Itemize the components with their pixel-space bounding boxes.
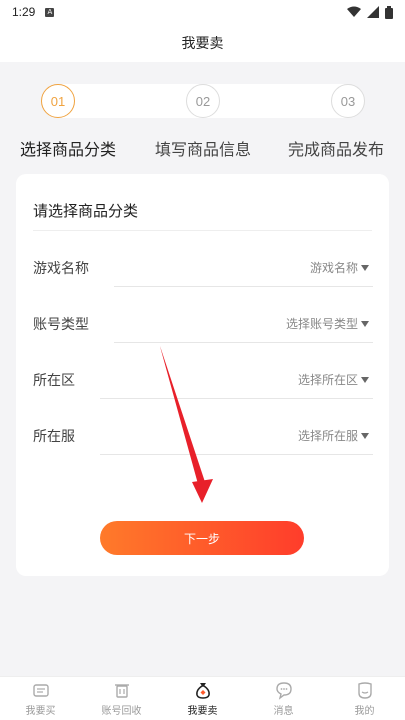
dropdown-triangle-icon bbox=[361, 264, 369, 271]
profile-icon bbox=[357, 682, 372, 699]
progress-stepper: 01 02 03 选择商品分类 填写商品信息 完成商品发布 bbox=[0, 62, 405, 162]
tab-profile[interactable]: 我的 bbox=[324, 677, 405, 720]
dropdown-triangle-icon bbox=[361, 376, 369, 383]
game-name-placeholder: 游戏名称 bbox=[309, 261, 358, 275]
tab-profile-label: 我的 bbox=[354, 706, 375, 717]
tab-messages-label: 消息 bbox=[273, 706, 294, 717]
wifi-icon bbox=[347, 6, 361, 17]
region-placeholder: 选择所在区 bbox=[297, 373, 358, 387]
server-placeholder: 选择所在服 bbox=[297, 429, 358, 443]
money-bag-icon bbox=[195, 683, 210, 699]
tab-buy-label: 我要买 bbox=[25, 706, 56, 717]
step-2-label: 填写商品信息 bbox=[155, 140, 252, 159]
status-bar: 1:29 A bbox=[0, 0, 405, 24]
chat-bubble-icon bbox=[275, 682, 292, 700]
row-divider bbox=[100, 454, 373, 455]
status-time: 1:29 bbox=[12, 5, 36, 19]
step-3-circle: 03 bbox=[331, 84, 365, 118]
dropdown-triangle-icon bbox=[361, 320, 369, 327]
server-select[interactable]: 选择所在服 bbox=[298, 427, 369, 444]
tab-messages[interactable]: 消息 bbox=[243, 677, 324, 720]
step-1-label: 选择商品分类 bbox=[20, 140, 117, 159]
tab-recycle[interactable]: 账号回收 bbox=[81, 677, 162, 720]
bottom-tab-bar: 我要买 账号回收 我要卖 消息 我的 bbox=[0, 676, 405, 720]
ticket-icon bbox=[32, 684, 49, 697]
signal-icon bbox=[367, 6, 379, 18]
row-divider bbox=[100, 398, 373, 399]
row-divider bbox=[114, 342, 373, 343]
notification-badge: A bbox=[45, 7, 55, 17]
region-label: 所在区 bbox=[33, 373, 75, 389]
form-divider bbox=[33, 230, 372, 231]
battery-icon bbox=[385, 5, 393, 19]
row-divider bbox=[114, 286, 373, 287]
game-name-label: 游戏名称 bbox=[33, 261, 89, 277]
step-2-circle: 02 bbox=[186, 84, 220, 118]
page-title: 我要卖 bbox=[181, 36, 224, 52]
game-name-select[interactable]: 游戏名称 bbox=[310, 259, 369, 276]
dropdown-triangle-icon bbox=[361, 432, 369, 439]
step-1-circle: 01 bbox=[41, 84, 75, 118]
account-type-select[interactable]: 选择账号类型 bbox=[286, 315, 369, 332]
tab-sell-label: 我要卖 bbox=[187, 706, 218, 717]
category-form-card: 请选择商品分类 游戏名称 游戏名称 账号类型 选择账号类型 所在区 选择所在区 … bbox=[16, 174, 389, 576]
server-label: 所在服 bbox=[33, 429, 75, 445]
step-3-label: 完成商品发布 bbox=[288, 140, 385, 159]
account-type-label: 账号类型 bbox=[33, 317, 89, 333]
trash-icon bbox=[114, 684, 129, 698]
page-header: 我要卖 bbox=[0, 24, 405, 62]
tab-buy[interactable]: 我要买 bbox=[0, 677, 81, 720]
account-type-placeholder: 选择账号类型 bbox=[285, 317, 358, 331]
next-step-button[interactable]: 下一步 bbox=[100, 521, 304, 555]
region-select[interactable]: 选择所在区 bbox=[298, 371, 369, 388]
tab-sell[interactable]: 我要卖 bbox=[162, 677, 243, 720]
form-title: 请选择商品分类 bbox=[33, 202, 139, 220]
tab-recycle-label: 账号回收 bbox=[101, 706, 142, 717]
